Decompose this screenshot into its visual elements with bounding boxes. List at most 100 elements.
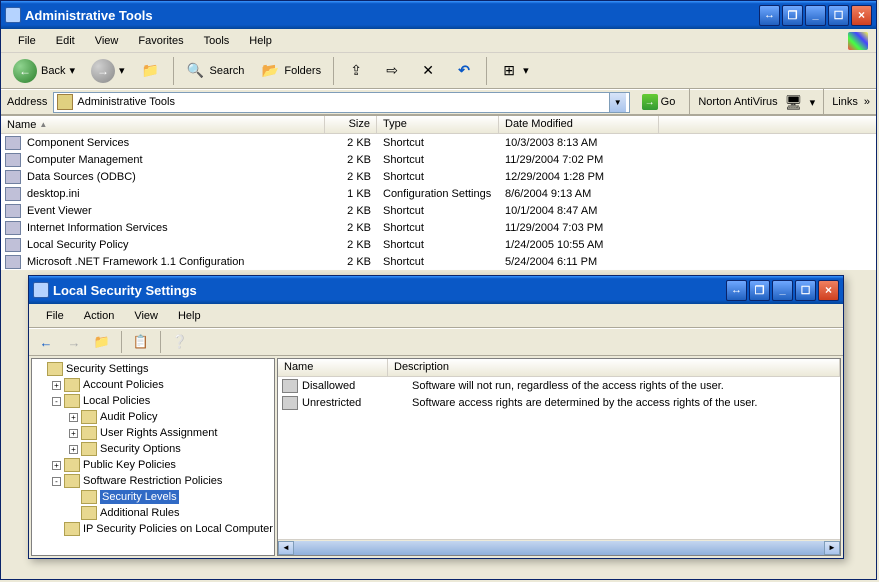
tree-user-rights[interactable]: +User Rights Assignment [32, 425, 274, 441]
forward-button[interactable]: → ▾ [85, 56, 131, 86]
toolbar-sep [486, 57, 487, 85]
titlebar-main[interactable]: Administrative Tools ↔ ❐ _ ☐ × [1, 1, 876, 29]
col-name[interactable]: Name▲ [1, 116, 325, 133]
norton-dd-icon[interactable]: ▾ [810, 96, 816, 109]
windows-flag-icon[interactable] [848, 32, 868, 50]
go-button[interactable]: → Go [636, 92, 682, 113]
tree-local-policies[interactable]: -Local Policies [32, 393, 274, 409]
export-list-icon[interactable]: 📋 [130, 331, 152, 353]
list-item[interactable]: DisallowedSoftware will not run, regardl… [278, 377, 840, 394]
folders-button[interactable]: 📂 Folders [254, 56, 327, 86]
tree-software-restriction[interactable]: -Software Restriction Policies [32, 473, 274, 489]
tree-security-levels[interactable]: Security Levels [32, 489, 274, 505]
main-toolbar: ← Back ▾ → ▾ 📁 🔍 Search 📂 Folders ⇪ ⇨ ✕ … [1, 53, 876, 89]
scroll-left-icon[interactable]: ◄ [278, 541, 294, 555]
back-dropdown-icon[interactable]: ▾ [69, 64, 75, 77]
restore-down-button[interactable]: ❐ [782, 5, 803, 26]
norton-label[interactable]: Norton AntiVirus [698, 96, 777, 108]
table-row[interactable]: Microsoft .NET Framework 1.1 Configurati… [1, 253, 876, 270]
file-icon [5, 255, 21, 269]
undo-button[interactable]: ↶ [448, 56, 480, 86]
dcol-desc[interactable]: Description [388, 359, 840, 376]
address-input[interactable]: Administrative Tools ▼ [53, 92, 629, 113]
scroll-thumb[interactable] [294, 541, 824, 555]
sync-button[interactable]: ↔ [726, 280, 747, 301]
expand-icon[interactable]: + [69, 445, 78, 454]
menu-tools[interactable]: Tools [195, 32, 239, 50]
views-dropdown-icon[interactable]: ▾ [523, 64, 529, 77]
maximize-button[interactable]: ☐ [828, 5, 849, 26]
forward-dropdown-icon[interactable]: ▾ [119, 64, 125, 77]
menu-file[interactable]: File [37, 307, 73, 325]
tree-root[interactable]: Security Settings [32, 361, 274, 377]
address-dropdown-icon[interactable]: ▼ [609, 93, 626, 112]
menu-edit[interactable]: Edit [47, 32, 84, 50]
close-button[interactable]: × [818, 280, 839, 301]
menu-help[interactable]: Help [240, 32, 281, 50]
list-item[interactable]: UnrestrictedSoftware access rights are d… [278, 394, 840, 411]
collapse-icon[interactable]: - [52, 397, 61, 406]
collapse-icon[interactable]: - [52, 477, 61, 486]
menu-file[interactable]: File [9, 32, 45, 50]
local-security-window: Local Security Settings ↔ ❐ _ ☐ × File A… [28, 275, 844, 559]
links-chevron-icon[interactable]: » [864, 96, 870, 108]
tree-security-options[interactable]: + Security Options [32, 441, 274, 457]
security-settings-icon [47, 362, 63, 376]
forward-icon[interactable]: → [63, 331, 85, 353]
horizontal-scrollbar[interactable]: ◄ ► [278, 539, 840, 555]
tree-label: Security Options [100, 443, 181, 455]
col-date[interactable]: Date Modified [499, 116, 659, 133]
tree-ipsec[interactable]: IP Security Policies on Local Computer [32, 521, 274, 537]
expand-icon[interactable]: + [69, 429, 78, 438]
views-button[interactable]: ⊞▾ [493, 56, 535, 86]
help-icon[interactable]: ❔ [169, 331, 191, 353]
expand-icon[interactable]: + [52, 461, 61, 470]
delete-button[interactable]: ✕ [412, 56, 444, 86]
menu-favorites[interactable]: Favorites [129, 32, 192, 50]
titlebar-child[interactable]: Local Security Settings ↔ ❐ _ ☐ × [29, 276, 843, 304]
table-row[interactable]: desktop.ini1 KBConfiguration Settings8/6… [1, 185, 876, 202]
tree-pane[interactable]: Security Settings +Account Policies -Loc… [31, 358, 275, 556]
norton-icon[interactable]: 🖥 [784, 92, 804, 112]
maximize-button[interactable]: ☐ [795, 280, 816, 301]
tree-account-policies[interactable]: +Account Policies [32, 377, 274, 393]
cell-name: Unrestricted [302, 397, 412, 409]
tree-additional-rules[interactable]: Additional Rules [32, 505, 274, 521]
scroll-right-icon[interactable]: ► [824, 541, 840, 555]
close-button[interactable]: × [851, 5, 872, 26]
expand-icon[interactable]: + [69, 413, 78, 422]
restore-down-button[interactable]: ❐ [749, 280, 770, 301]
copy-to-button[interactable]: ⇨ [376, 56, 408, 86]
tree-audit-policy[interactable]: + Audit Policy [32, 409, 274, 425]
cell-type: Shortcut [377, 170, 499, 184]
menu-view[interactable]: View [125, 307, 167, 325]
menu-action[interactable]: Action [75, 307, 124, 325]
minimize-button[interactable]: _ [805, 5, 826, 26]
folder-icon [81, 506, 97, 520]
table-row[interactable]: Data Sources (ODBC)2 KBShortcut12/29/200… [1, 168, 876, 185]
minimize-button[interactable]: _ [772, 280, 793, 301]
menu-help[interactable]: Help [169, 307, 210, 325]
up-level-icon[interactable]: 📁 [91, 331, 113, 353]
back-icon[interactable]: ← [35, 331, 57, 353]
dcol-name[interactable]: Name [278, 359, 388, 376]
sync-button[interactable]: ↔ [759, 5, 780, 26]
search-button[interactable]: 🔍 Search [180, 56, 251, 86]
back-button[interactable]: ← Back ▾ [7, 56, 81, 86]
col-size[interactable]: Size [325, 116, 377, 133]
links-label[interactable]: Links [832, 96, 858, 108]
expand-icon[interactable]: + [52, 381, 61, 390]
table-row[interactable]: Internet Information Services2 KBShortcu… [1, 219, 876, 236]
move-to-button[interactable]: ⇪ [340, 56, 372, 86]
table-row[interactable]: Event Viewer2 KBShortcut10/1/2004 8:47 A… [1, 202, 876, 219]
table-row[interactable]: Component Services2 KBShortcut10/3/2003 … [1, 134, 876, 151]
table-row[interactable]: Local Security Policy2 KBShortcut1/24/20… [1, 236, 876, 253]
tree-label: Audit Policy [100, 411, 157, 423]
col-type[interactable]: Type [377, 116, 499, 133]
up-button[interactable]: 📁 [135, 56, 167, 86]
tree-public-key[interactable]: +Public Key Policies [32, 457, 274, 473]
cell-name: Local Security Policy [21, 238, 325, 252]
file-icon [5, 204, 21, 218]
table-row[interactable]: Computer Management2 KBShortcut11/29/200… [1, 151, 876, 168]
menu-view[interactable]: View [86, 32, 128, 50]
